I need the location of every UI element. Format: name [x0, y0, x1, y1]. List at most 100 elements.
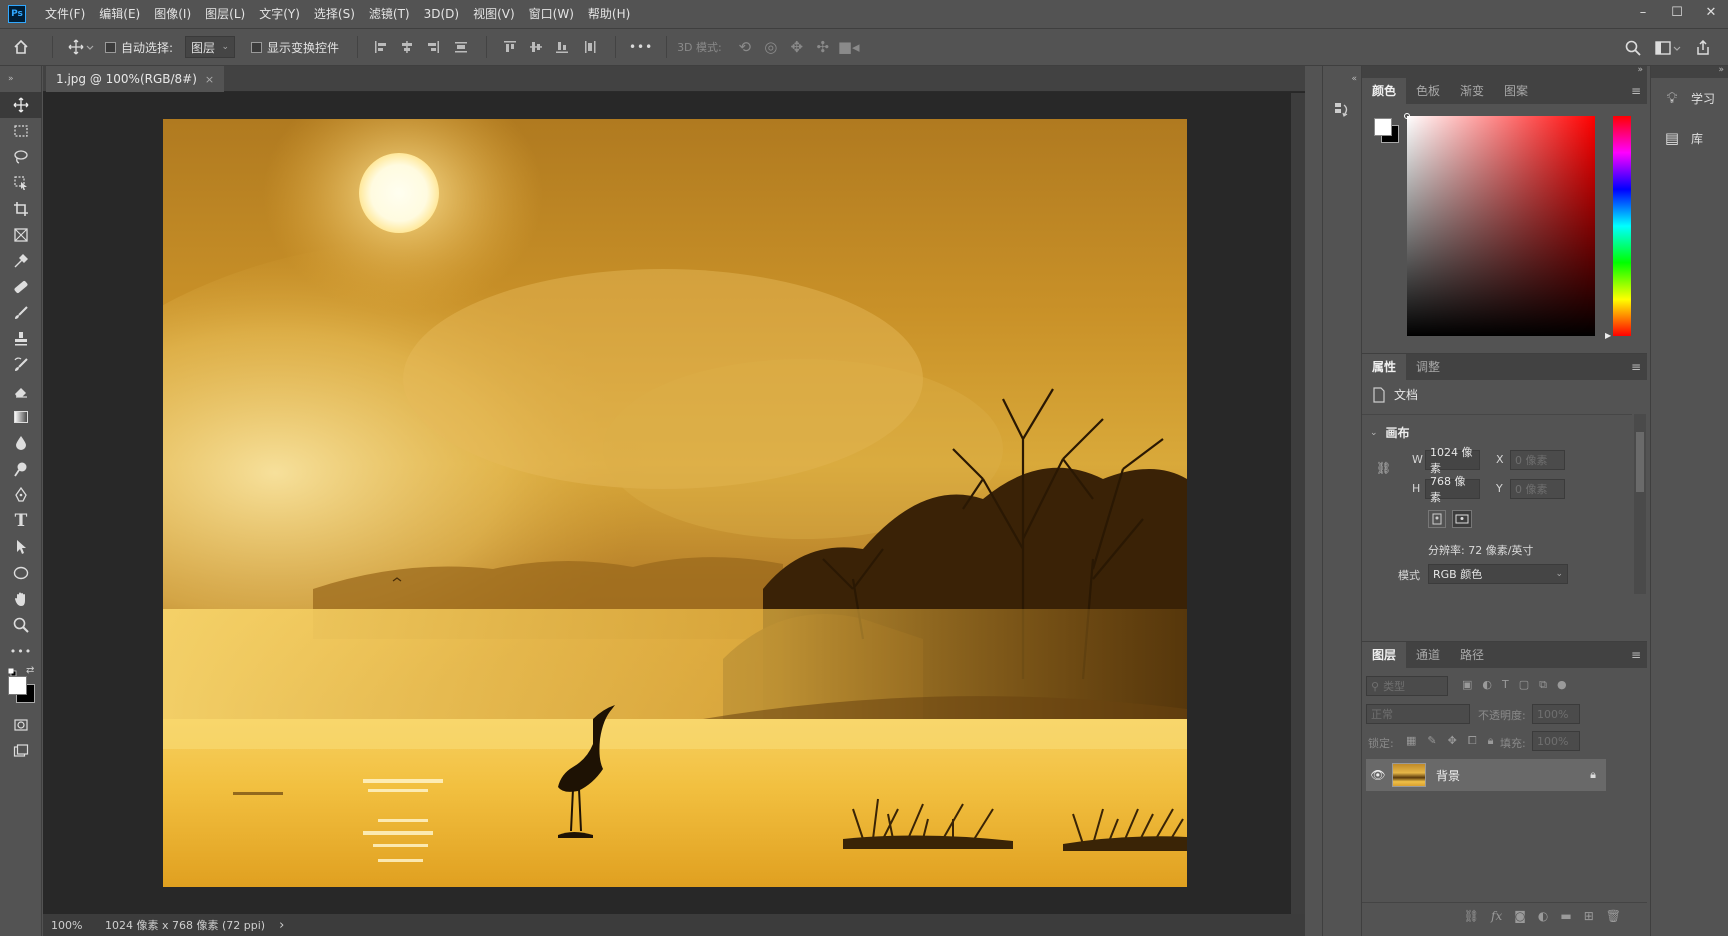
more-tools-icon[interactable]: ••• [0, 638, 42, 664]
history-panel-icon[interactable] [1323, 92, 1361, 128]
auto-select-dropdown[interactable]: 图层 ⌄ [185, 36, 236, 58]
tab-layers[interactable]: 图层 [1362, 642, 1407, 668]
menu-view[interactable]: 视图(V) [466, 0, 522, 28]
tab-adjustments[interactable]: 调整 [1406, 354, 1450, 380]
new-group-icon[interactable]: ▬ [1560, 909, 1571, 923]
distribute-icon[interactable] [446, 40, 476, 54]
shape-filter-icon[interactable]: ▢ [1519, 678, 1529, 692]
ellipse-tool-icon[interactable] [0, 560, 42, 586]
close-button[interactable]: ✕ [1694, 0, 1728, 24]
more-options-button[interactable]: ••• [626, 40, 656, 54]
auto-select-checkbox[interactable]: 自动选择: [105, 39, 173, 56]
3d-pan-icon[interactable]: ✥ [784, 38, 810, 56]
delete-layer-icon[interactable]: 🗑︎ [1606, 909, 1621, 923]
color-swatches[interactable]: ⇄ [0, 664, 41, 712]
width-field[interactable]: 1024 像素 [1425, 446, 1480, 475]
3d-orbit-icon[interactable]: ⟲ [732, 38, 758, 56]
zoom-level[interactable]: 100% [51, 919, 95, 932]
new-adjustment-icon[interactable]: ◐ [1538, 909, 1548, 923]
tab-channels[interactable]: 通道 [1406, 642, 1450, 668]
type-filter-icon[interactable]: T [1502, 678, 1509, 692]
gradient-tool-icon[interactable] [0, 404, 42, 430]
hand-tool-icon[interactable] [0, 586, 42, 612]
blend-mode-dropdown[interactable]: 正常 [1366, 704, 1470, 724]
canvas-viewport[interactable] [43, 93, 1305, 914]
tab-patterns[interactable]: 图案 [1494, 78, 1538, 104]
expand-strip-icon[interactable]: « [1323, 66, 1361, 92]
tab-gradients[interactable]: 渐变 [1450, 78, 1494, 104]
fg-bg-swatch[interactable] [1372, 116, 1402, 146]
tab-paths[interactable]: 路径 [1450, 642, 1494, 668]
share-icon[interactable] [1688, 40, 1718, 56]
dodge-tool-icon[interactable] [0, 456, 42, 482]
lock-transparent-icon[interactable]: ▦ [1406, 734, 1416, 748]
align-middle-icon[interactable] [523, 40, 549, 54]
blur-tool-icon[interactable] [0, 430, 42, 456]
close-tab-icon[interactable]: × [205, 73, 214, 86]
color-mode-dropdown[interactable]: RGB 颜色 ⌄ [1428, 564, 1568, 584]
align-bottom-icon[interactable] [549, 40, 575, 54]
panel-menu-icon[interactable]: ≡ [1631, 84, 1641, 98]
lock-pixels-icon[interactable]: ✎ [1427, 734, 1436, 748]
object-selection-tool-icon[interactable] [0, 170, 42, 196]
align-right-icon[interactable] [420, 40, 446, 54]
menu-image[interactable]: 图像(I) [147, 0, 198, 28]
3d-camera-icon[interactable]: ■◂ [836, 38, 862, 56]
lock-position-icon[interactable]: ✥ [1448, 734, 1457, 748]
add-mask-icon[interactable]: ◙ [1514, 909, 1526, 923]
height-field[interactable]: 768 像素 [1425, 475, 1480, 504]
brush-tool-icon[interactable] [0, 300, 42, 326]
panel-menu-icon[interactable]: ≡ [1631, 360, 1641, 374]
clone-stamp-tool-icon[interactable] [0, 326, 42, 352]
align-top-icon[interactable] [497, 40, 523, 54]
tab-swatches[interactable]: 色板 [1406, 78, 1450, 104]
layer-style-icon[interactable]: fx [1491, 909, 1502, 923]
zoom-tool-icon[interactable] [0, 612, 42, 638]
document-tab[interactable]: 1.jpg @ 100%(RGB/8#) × [46, 66, 225, 92]
swap-colors-icon[interactable]: ⇄ [26, 665, 34, 676]
home-icon[interactable] [0, 39, 42, 55]
menu-file[interactable]: 文件(F) [38, 0, 92, 28]
x-field[interactable]: 0 像素 [1510, 450, 1565, 470]
search-icon[interactable] [1618, 40, 1648, 56]
layer-filter-dropdown[interactable]: ⚲ 类型 [1366, 676, 1448, 696]
move-tool-preset-icon[interactable] [63, 39, 99, 55]
hue-slider-handle-icon[interactable]: ▶ [1605, 331, 1611, 340]
menu-3d[interactable]: 3D(D) [417, 0, 466, 28]
hue-slider[interactable] [1613, 116, 1631, 336]
quick-mask-icon[interactable] [0, 712, 42, 738]
menu-select[interactable]: 选择(S) [307, 0, 362, 28]
collapse-panels-icon[interactable]: » [1637, 65, 1643, 75]
layer-row[interactable]: 👁︎ 背景 🔒︎ [1366, 759, 1606, 791]
menu-edit[interactable]: 编辑(E) [92, 0, 147, 28]
minimize-button[interactable]: – [1626, 0, 1660, 24]
vertical-scrollbar[interactable] [1291, 93, 1305, 914]
3d-slide-icon[interactable]: ✣ [810, 38, 836, 56]
default-colors-icon[interactable] [8, 666, 17, 677]
lock-artboard-icon[interactable]: ⧠ [1468, 734, 1477, 748]
menu-type[interactable]: 文字(Y) [252, 0, 307, 28]
filter-toggle-icon[interactable]: ● [1557, 678, 1567, 692]
tab-color[interactable]: 颜色 [1362, 78, 1407, 104]
show-transform-checkbox[interactable]: 显示变换控件 [251, 39, 339, 56]
lock-all-icon[interactable]: 🔒︎ [1488, 734, 1494, 748]
menu-layer[interactable]: 图层(L) [198, 0, 252, 28]
align-left-icon[interactable] [368, 40, 394, 54]
new-layer-icon[interactable]: ⊞ [1584, 909, 1594, 923]
lasso-tool-icon[interactable] [0, 144, 42, 170]
image-filter-icon[interactable]: ▣ [1462, 678, 1472, 692]
link-layers-icon[interactable]: ⛓ [1464, 909, 1479, 923]
marquee-tool-icon[interactable] [0, 118, 42, 144]
maximize-button[interactable]: ☐ [1660, 0, 1694, 24]
libraries-button[interactable]: ▤ 库 [1651, 118, 1728, 158]
status-menu-arrow[interactable]: › [279, 918, 284, 933]
learn-button[interactable]: 💡︎ 学习 [1651, 78, 1728, 118]
menu-help[interactable]: 帮助(H) [581, 0, 637, 28]
tab-properties[interactable]: 属性 [1362, 354, 1407, 380]
path-selection-tool-icon[interactable] [0, 534, 42, 560]
screen-mode-icon[interactable] [0, 738, 42, 764]
collapse-strip-icon[interactable]: » [1718, 65, 1724, 75]
menu-filter[interactable]: 滤镜(T) [362, 0, 417, 28]
align-center-icon[interactable] [394, 40, 420, 54]
eyedropper-tool-icon[interactable] [0, 248, 42, 274]
